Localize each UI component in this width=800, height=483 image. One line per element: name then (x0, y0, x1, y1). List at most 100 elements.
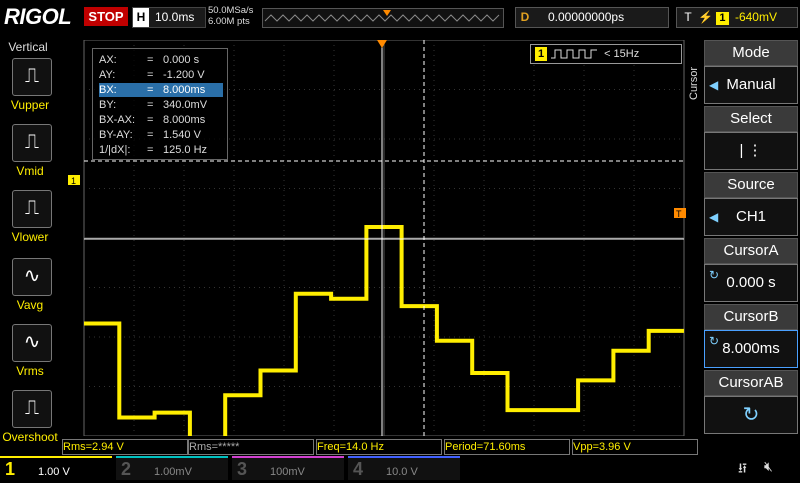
memory-strip-graphic (264, 10, 500, 22)
source-title: Source (704, 172, 798, 198)
readout-row: 1/|dX|: = 125.0 Hz (99, 143, 223, 157)
channel-scale: 1.00 V (38, 466, 70, 478)
sample-info: 50.0MSa/s 6.00M pts (208, 5, 253, 27)
readout-key: AY: (99, 69, 116, 81)
measure-vlower-button[interactable]: ⎍ (12, 190, 52, 228)
cursor-a-knob-icon: ↻ (709, 268, 720, 282)
measure-overshoot-button[interactable]: ⎍ (12, 390, 52, 428)
speaker-mute-icon[interactable]: 🔇︎ (764, 458, 773, 475)
measurement-item[interactable]: Freq=14.0 Hz (316, 439, 442, 455)
channel-scale: 1.00mV (154, 466, 192, 478)
readout-equals: = (147, 129, 154, 141)
cursor-readout-panel: AX: = 0.000 s AY: = -1.200 V BX: = 8.000ms BY: = 34… (92, 48, 228, 160)
delay-box[interactable]: D 0.00000000ps (515, 7, 669, 28)
readout-value: 125.0 Hz (163, 144, 208, 156)
ch1-frequency-badge: 1 < 15Hz (530, 44, 682, 64)
channel-3-status[interactable]: 3 100mV (232, 456, 344, 480)
left-panel-title: Vertical (8, 40, 48, 54)
readout-value: 0.000 s (163, 54, 200, 66)
timebase-box[interactable]: H 10.0ms (132, 7, 206, 28)
delay-value: 0.00000000ps (548, 10, 625, 24)
readout-equals: = (147, 114, 154, 126)
readout-value: 8.000ms (163, 84, 206, 96)
usb-icon: ⭿ (738, 460, 748, 476)
cursor-a-button[interactable]: ↻ 0.000 s (704, 264, 798, 302)
cursor-ab-title: CursorAB (704, 370, 798, 396)
trigger-level: -640mV (734, 10, 777, 24)
readout-equals: = (147, 99, 154, 111)
delay-d-label: D (520, 10, 530, 24)
mode-button[interactable]: ◀ Manual (704, 66, 798, 104)
trigger-source: 1 (715, 12, 729, 25)
trigger-level-marker-label: T (676, 209, 682, 219)
measure-vrms-button[interactable]: ∿ (12, 324, 52, 362)
measure-vlower-label: Vlower (11, 230, 49, 244)
readout-row: AX: = 0.000 s (99, 53, 223, 67)
ch1-offset-marker-label: 1 (71, 176, 76, 186)
vlower-icon: ⎍ (25, 197, 39, 219)
readout-key: BY-AY: (99, 129, 133, 141)
trigger-edge-icon: ⚡ (698, 10, 713, 24)
top-status-bar: RIGOL STOP H 10.0ms 50.0MSa/s 6.00M pts D… (0, 0, 800, 36)
readout-row: BY: = 340.0mV (99, 98, 223, 112)
memory-depth: 6.00M pts (208, 16, 250, 27)
vavg-icon: ∿ (23, 265, 41, 287)
measure-vmid-button[interactable]: ⎍ (12, 124, 52, 162)
brand-logo: RIGOL (4, 4, 72, 29)
channel-number: 3 (236, 459, 247, 479)
memory-position-strip[interactable] (262, 8, 504, 28)
mode-value: Manual (726, 76, 776, 93)
mode-select-arrow-icon: ◀ (709, 78, 719, 92)
channel-4-status[interactable]: 4 10.0 V (348, 456, 460, 480)
readout-row: AY: = -1.200 V (99, 68, 223, 82)
readout-value: 340.0mV (163, 99, 208, 111)
measurement-item[interactable]: Vpp=3.96 V (572, 439, 698, 455)
readout-key: AX: (99, 54, 117, 66)
select-button[interactable]: | ⋮ (704, 132, 798, 170)
run-stop-indicator[interactable]: STOP (84, 7, 128, 26)
measure-vavg-button[interactable]: ∿ (12, 258, 52, 296)
channel-number: 4 (352, 459, 363, 479)
channel-1-status[interactable]: 1 1.00 V (0, 456, 112, 480)
source-select-arrow-icon: ◀ (709, 210, 719, 224)
square-wave-icon (551, 49, 597, 59)
measurement-item[interactable]: Period=71.60ms (444, 439, 570, 455)
source-button[interactable]: ◀ CH1 (704, 198, 798, 236)
ch1-badge-number: 1 (535, 47, 547, 61)
select-title: Select (704, 106, 798, 132)
readout-value: 8.000ms (163, 114, 206, 126)
readout-key: BY: (99, 99, 117, 111)
measure-vrms-label: Vrms (16, 364, 44, 378)
cursor-b-value: 8.000ms (722, 340, 780, 357)
vupper-icon: ⎍ (25, 65, 39, 87)
cursor-ab-button[interactable]: ↻ (704, 396, 798, 434)
readout-equals: = (147, 54, 154, 66)
channel-number: 2 (120, 459, 131, 479)
cursor-a-value: 0.000 s (726, 274, 776, 291)
timebase-h-label: H (133, 8, 149, 27)
trigger-box[interactable]: T ⚡ 1 -640mV (676, 7, 798, 28)
readout-equals: = (147, 69, 154, 81)
measure-vupper-button[interactable]: ⎍ (12, 58, 52, 96)
cursor-b-button[interactable]: ↻ 8.000ms (704, 330, 798, 368)
readout-value: 1.540 V (163, 129, 201, 141)
sample-rate: 50.0MSa/s (208, 5, 254, 16)
readout-key: 1/|dX|: (99, 144, 131, 156)
measurement-item[interactable]: Rms=***** (188, 439, 314, 455)
measure-vavg-label: Vavg (16, 298, 44, 312)
channel-scale: 10.0 V (386, 466, 418, 478)
readout-equals: = (147, 84, 154, 96)
measurement-item[interactable]: Rms=2.94 V (62, 439, 188, 455)
channel-scale: 100mV (270, 466, 305, 478)
overshoot-icon: ⎍ (25, 397, 39, 419)
readout-row: BY-AY: = 1.540 V (99, 128, 223, 142)
channel-number: 1 (4, 459, 15, 479)
ch1-frequency: < 15Hz (604, 48, 640, 60)
trigger-position-marker (377, 40, 387, 48)
channel-2-status[interactable]: 2 1.00mV (116, 456, 228, 480)
readout-equals: = (147, 144, 154, 156)
measure-overshoot-label: Overshoot (2, 430, 58, 444)
readout-row: BX-AX: = 8.000ms (99, 113, 223, 127)
readout-value: -1.200 V (163, 69, 205, 81)
vrms-icon: ∿ (23, 331, 41, 353)
